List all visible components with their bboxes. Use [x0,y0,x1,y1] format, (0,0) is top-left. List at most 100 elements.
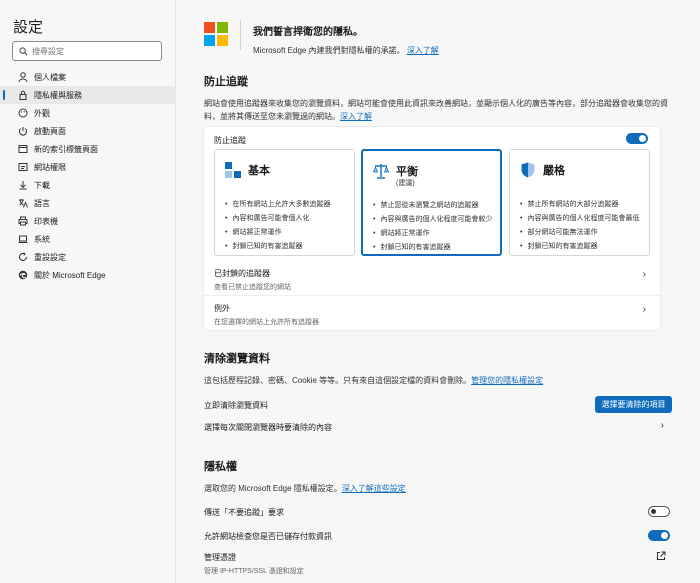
option-bullets: 在所有網站上允許大多數追蹤器 內容和廣告可能會個人化 網站將正常運作 封鎖已知的… [225,197,330,253]
banner-title: 我們誓言捍衛您的隱私。 [253,27,363,38]
banner-subtitle: Microsoft Edge 內建我們對隱私權的承諾。 深入了解 [253,45,439,56]
chevron-right-icon[interactable]: › [643,269,646,280]
tracking-prevention-card: 防止追蹤 基本 在所有網站上允許大多數追蹤器 內容和廣告可能會個人化 網站將正常… [204,127,660,330]
tracking-desc-line1: 網站會使用追蹤器來收集您的瀏覽資料，網站可能會使用此資訊來改善網站，並顯示個人化… [204,99,668,108]
nav-label: 印表機 [34,216,58,226]
edge-icon [18,270,28,280]
search-placeholder: 搜尋設定 [32,46,64,56]
nav-label: 下載 [34,180,50,190]
option-bullet: 封鎖已知的有害追蹤器 [373,240,492,254]
chevron-right-icon[interactable]: › [661,420,664,431]
banner-learn-more-link[interactable]: 深入了解 [407,46,439,55]
option-bullet: 內容與廣告的個人化程度可能會較少 [373,212,492,226]
logo-green-square [217,22,228,33]
nav-label: 個人檔案 [34,72,66,82]
do-not-track-toggle[interactable] [648,506,670,517]
nav-item-site-permissions[interactable]: 網站權限 [0,158,176,176]
option-bullet: 在所有網站上允許大多數追蹤器 [225,197,330,211]
basic-icon [225,162,241,178]
option-bullet: 網站將正常運作 [373,226,492,240]
manage-privacy-link[interactable]: 管理您的隱私權設定 [471,376,543,385]
option-bullets: 禁止所有網站的大部分追蹤器 內容與廣告的個人化程度可能會最低 部分網站可能無法運… [520,197,639,253]
tracking-toggle-label: 防止追蹤 [214,136,246,145]
choose-what-to-clear-button[interactable]: 選擇要清除的項目 [595,396,672,413]
clear-on-close-row[interactable]: 選擇每次關閉瀏覽器時要清除的內容 [204,422,674,433]
banner-divider [240,20,241,50]
logo-yellow-square [217,35,228,46]
exceptions-subtitle: 在您選擇的網站上允許所有追蹤器 [214,319,319,326]
shield-icon [521,162,535,178]
nav-label: 外觀 [34,108,50,118]
balance-scale-icon [373,164,389,179]
tracking-option-strict[interactable]: 嚴格 禁止所有網站的大部分追蹤器 內容與廣告的個人化程度可能會最低 部分網站可能… [509,149,650,256]
nav-label: 新的索引標籤頁面 [34,144,98,154]
nav-item-downloads[interactable]: 下載 [0,176,176,194]
tracking-option-basic[interactable]: 基本 在所有網站上允許大多數追蹤器 內容和廣告可能會個人化 網站將正常運作 封鎖… [214,149,355,256]
reset-icon [18,252,28,262]
option-bullet: 內容與廣告的個人化程度可能會最低 [520,211,639,225]
logo-red-square [204,22,215,33]
card-divider [204,295,660,296]
option-bullets: 禁止您從未瀏覽之網站的追蹤器 內容與廣告的個人化程度可能會較少 網站將正常運作 … [373,198,492,254]
nav-item-appearance[interactable]: 外觀 [0,104,176,122]
blocked-trackers-subtitle: 查看已禁止追蹤您的網站 [214,284,291,291]
chevron-right-icon[interactable]: › [643,304,646,315]
manage-certificates-row[interactable]: 管理憑證 管理 IP-HTTPS/SSL 憑證和設定 [204,552,674,576]
banner-subtitle-text: Microsoft Edge 內建我們對隱私權的承諾。 [253,46,405,55]
privacy-section-title: 隱私權 [204,461,237,473]
option-bullet: 禁止所有網站的大部分追蹤器 [520,197,639,211]
nav-item-languages[interactable]: 語言 [0,194,176,212]
external-link-icon[interactable] [656,551,666,561]
new-tab-icon [18,144,28,154]
option-title: 基本 [248,165,270,177]
blocked-trackers-row[interactable]: 已封鎖的追蹤器 查看已禁止追蹤您的網站 [214,268,291,292]
option-title: 嚴格 [543,165,565,177]
search-icon [19,46,28,55]
settings-nav: 個人檔案 隱私權與服務 外觀 啟動頁面 新的索引標籤頁面 網站權限 下載 語言 [0,68,176,284]
clear-desc-text: 這包括歷程記錄、密碼、Cookie 等等。只有來自這個設定檔的資料會刪除。 [204,376,472,385]
nav-item-new-tab[interactable]: 新的索引標籤頁面 [0,140,176,158]
option-bullet: 禁止您從未瀏覽之網站的追蹤器 [373,198,492,212]
tracking-learn-more-link[interactable]: 深入了解 [340,112,372,121]
nav-label: 重設設定 [34,252,66,262]
nav-item-profile[interactable]: 個人檔案 [0,68,176,86]
nav-label: 啟動頁面 [34,126,66,136]
option-subtitle: (建議) [396,180,415,187]
nav-item-about[interactable]: 關於 Microsoft Edge [0,266,176,284]
clear-description: 這包括歷程記錄、密碼、Cookie 等等。只有來自這個設定檔的資料會刪除。管理您… [204,374,674,387]
search-settings-input[interactable]: 搜尋設定 [12,41,162,61]
nav-label: 語言 [34,198,50,208]
tracking-prevention-toggle[interactable] [626,133,648,144]
nav-label: 關於 Microsoft Edge [34,270,106,280]
tracking-section-title: 防止追蹤 [204,76,248,88]
nav-item-reset[interactable]: 重設設定 [0,248,176,266]
do-not-track-label: 傳送「不要追蹤」要求 [204,508,284,517]
option-bullet: 封鎖已知的有害追蹤器 [225,239,330,253]
tracking-desc-line2: 料，並將其傳送至您未瀏覽過的網站。 [204,112,340,121]
payment-check-label: 允許網站檢查您是否已儲存付款資訊 [204,532,332,541]
nav-label: 網站權限 [34,162,66,172]
download-icon [18,180,28,190]
exceptions-row[interactable]: 例外 在您選擇的網站上允許所有追蹤器 [214,303,319,327]
palette-icon [18,108,28,118]
option-bullet: 網站將正常運作 [225,225,330,239]
option-bullet: 部分網站可能無法運作 [520,225,639,239]
logo-blue-square [204,35,215,46]
nav-item-printers[interactable]: 印表機 [0,212,176,230]
nav-item-system[interactable]: 系統 [0,230,176,248]
exceptions-title: 例外 [214,304,230,313]
tracking-description: 網站會使用追蹤器來收集您的瀏覽資料，網站可能會使用此資訊來改善網站，並顯示個人化… [204,97,674,123]
power-icon [18,126,28,136]
lock-icon [18,90,28,100]
nav-item-privacy[interactable]: 隱私權與服務 [0,86,176,104]
manage-certificates-title: 管理憑證 [204,553,236,562]
privacy-desc-text: 選取您的 Microsoft Edge 隱私權設定。 [204,484,342,493]
site-permissions-icon [18,162,28,172]
computer-icon [18,234,28,244]
payment-check-toggle[interactable] [648,530,670,541]
microsoft-logo-icon [204,22,228,46]
tracking-option-balanced[interactable]: 平衡 (建議) 禁止您從未瀏覽之網站的追蹤器 內容與廣告的個人化程度可能會較少 … [361,149,502,256]
nav-label: 隱私權與服務 [34,90,82,100]
privacy-learn-more-link[interactable]: 深入了解這些設定 [342,484,406,493]
nav-item-startup[interactable]: 啟動頁面 [0,122,176,140]
